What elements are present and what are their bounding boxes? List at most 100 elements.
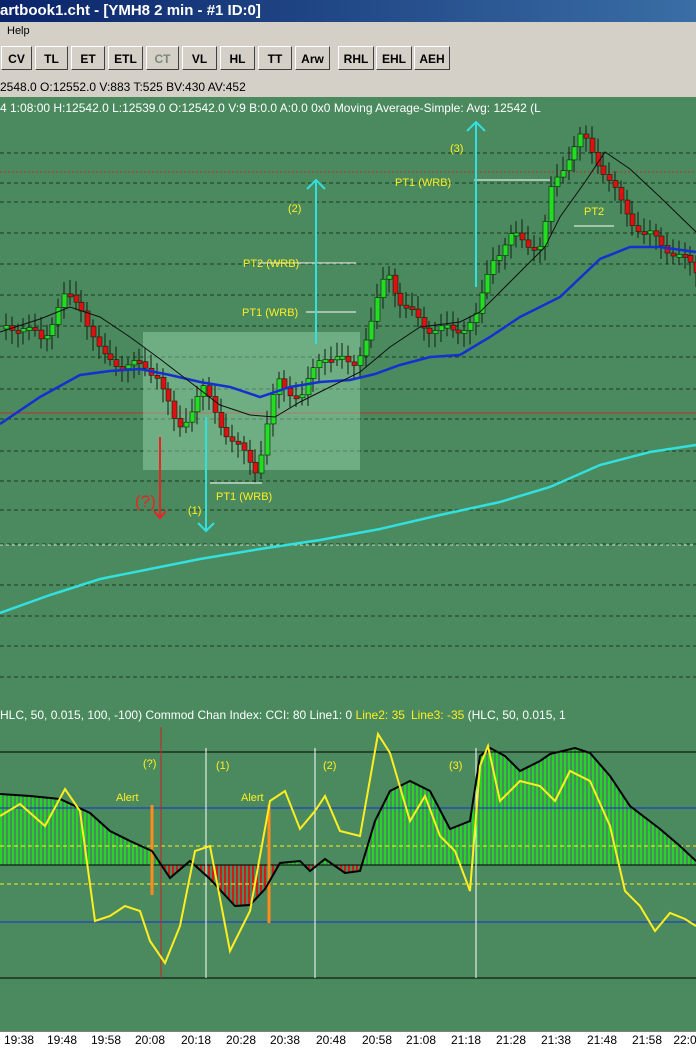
cci-line [0,746,696,908]
candle-down [397,292,404,306]
cci-panel[interactable]: (?) (1) (2) (3) Alert Alert HLC, 50, 0.0… [0,701,696,1031]
etl-button[interactable]: ETL [108,46,143,70]
candle-down [450,324,457,331]
candle-down [177,418,184,428]
candle-down [328,359,335,363]
menu-help[interactable]: Help [0,25,30,37]
candle-up [386,274,393,280]
candle-down [687,254,694,263]
ct-button[interactable]: CT [146,46,179,70]
time-label: 19:48 [46,1033,78,1047]
candle-up [490,260,497,275]
candle-down [351,361,358,366]
candle-down [403,304,410,309]
pt2-wrb-label: PT2 (WRB) [243,258,299,270]
pt1-wrb-label: PT1 (WRB) [242,307,298,319]
marker-3-label: (3) [449,760,462,772]
candle-up [438,325,445,331]
candle-down [281,378,288,389]
label-3: (3) [450,143,463,155]
label-1: (1) [188,505,201,517]
toolbar: CV TL ET ETL CT VL HL TT Arw RHL EHL AEH [0,40,696,76]
candle-up [322,359,329,363]
aeh-button[interactable]: AEH [414,46,450,70]
candle-down [223,427,230,438]
candle-up [676,254,683,258]
marker-1-label: (1) [216,760,229,772]
cv-button[interactable]: CV [1,46,32,70]
time-axis: 19:38 19:48 19:58 20:08 20:18 20:28 20:3… [0,1031,696,1048]
candle-down [415,308,422,318]
price-chart[interactable]: PT2 (WRB) PT1 (WRB) PT1 (WRB) PT1 (WRB) … [0,97,696,701]
candle-up [125,364,132,369]
candle-up [566,159,573,171]
candle-up [20,328,27,333]
candle-down [229,436,236,442]
candle-down [107,353,114,360]
time-label: 21:28 [495,1033,527,1047]
candle-up [3,325,10,330]
candle-down [455,329,462,334]
candle-down [589,137,596,153]
candle-up [479,292,486,314]
time-label: 20:08 [134,1033,166,1047]
candle-down [658,235,665,246]
candle-down [635,225,642,232]
alert-label-2: Alert [241,792,264,804]
candle-down [618,187,625,201]
candle-down [38,329,45,340]
candle-down [629,213,636,227]
candle-down [241,442,248,451]
candle-down [583,133,590,139]
candle-up [194,396,201,413]
et-button[interactable]: ET [71,46,105,70]
pt1-wrb-high-label: PT1 (WRB) [395,177,451,189]
price-chart-panel[interactable]: PT2 (WRB) PT1 (WRB) PT1 (WRB) PT1 (WRB) … [0,97,696,701]
candle-down [252,461,259,474]
candle-up [374,297,381,322]
marker-q-label: (?) [143,758,156,770]
candle-up [363,339,370,357]
rhl-button[interactable]: RHL [338,46,374,70]
ehl-button[interactable]: EHL [376,46,412,70]
candle-down [212,396,219,413]
candle-up [44,335,51,340]
time-label: 21:08 [405,1033,437,1047]
candle-down [641,231,648,235]
candle-up [55,307,62,325]
candle-down [78,301,85,312]
arw-button[interactable]: Arw [295,46,330,70]
hl-button[interactable]: HL [220,46,255,70]
candle-down [235,440,242,445]
candle-down [171,400,178,419]
tl-button[interactable]: TL [35,46,68,70]
candle-down [531,247,538,251]
time-label: 19:58 [90,1033,122,1047]
pt1-wrb-low-label: PT1 (WRB) [216,491,272,503]
candle-down [113,359,120,367]
candle-down [409,306,416,311]
price-chart-header: 4 1:08:00 H:12542.0 L:12539.0 O:12542.0 … [0,101,541,115]
candle-up [380,278,387,298]
time-label: 19:38 [3,1033,35,1047]
candle-down [392,274,399,294]
tt-button[interactable]: TT [258,46,292,70]
candle-up [26,327,33,331]
candle-down [160,376,167,390]
candle-up [444,324,451,329]
vl-button[interactable]: VL [182,46,217,70]
candle-up [339,355,346,360]
marker-2-label: (2) [323,760,336,772]
candle-up [131,360,138,366]
candle-down [142,361,149,369]
cci-chart[interactable]: (?) (1) (2) (3) Alert Alert HLC, 50, 0.0… [0,701,696,1031]
time-label: 21:38 [540,1033,572,1047]
candle-down [345,355,352,363]
candle-up [548,186,555,222]
candle-up [513,232,520,237]
candle-up [502,244,509,256]
candle-up [467,322,474,331]
candle-up [264,423,271,456]
candle-down [165,388,172,402]
candle-down [612,180,619,188]
